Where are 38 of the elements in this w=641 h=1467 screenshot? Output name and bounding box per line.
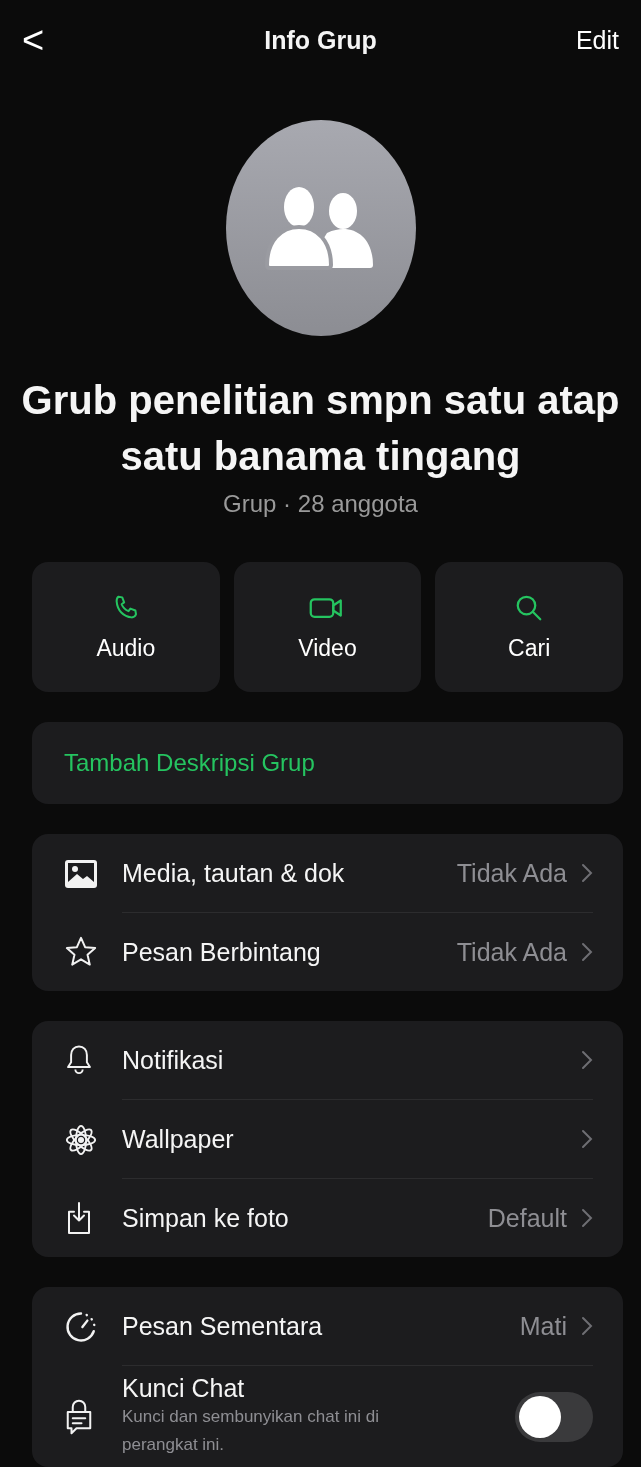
settings-row[interactable]: Notifikasi (32, 1021, 623, 1100)
flower-icon (64, 1122, 98, 1157)
action-button[interactable]: Video (233, 562, 422, 692)
image-icon (64, 858, 98, 889)
chevron-icon (581, 1316, 593, 1336)
settings-row[interactable]: Pesan Berbintang Tidak Ada (32, 913, 623, 991)
group-meta: Grup · 28 anggota (222, 490, 419, 518)
action-button[interactable]: Cari (435, 562, 623, 692)
row-value: Tidak Ada (456, 858, 567, 888)
chevron-icon (581, 1050, 593, 1070)
timer-icon (64, 1309, 98, 1344)
row-subtitle: Kunci dan sembunyikan chat ini di perangkat ini. (122, 1406, 381, 1456)
action-button[interactable]: Audio (32, 562, 220, 692)
settings-row[interactable]: Pesan Sementara Mati (32, 1287, 623, 1366)
row-value: Tidak Ada (456, 937, 567, 967)
row-value: Default (487, 1203, 567, 1233)
group-name: Grub penelitian smpn satu atap satu banama tingang (20, 377, 621, 480)
settings-row[interactable]: Simpan ke foto Default (32, 1179, 623, 1257)
chevron-icon (581, 1129, 593, 1149)
row-label: Wallpaper (122, 1124, 235, 1154)
row-label: Pesan Berbintang (122, 937, 322, 967)
row-label: Notifikasi (122, 1045, 225, 1075)
edit-button[interactable]: Edit (575, 25, 619, 55)
chevron-icon (581, 942, 593, 962)
settings-row[interactable]: Wallpaper (32, 1100, 623, 1179)
row-value: Mati (519, 1311, 567, 1341)
chevron-icon (581, 863, 593, 883)
row-label: Simpan ke foto (122, 1203, 290, 1233)
screen-title: Info Grup (264, 25, 377, 55)
settings-row[interactable]: Media, tautan & dok Tidak Ada (32, 834, 623, 913)
description-field[interactable]: Tambah Deskripsi Grup (32, 722, 623, 804)
star-icon (64, 935, 98, 969)
toggle-switch[interactable] (515, 1391, 593, 1442)
row-label: Pesan Sementara (122, 1311, 324, 1341)
row-label: Kunci Chat (122, 1374, 246, 1403)
back-button[interactable]: < (22, 21, 45, 59)
chevron-icon (581, 1208, 593, 1228)
row-label: Media, tautan & dok (122, 858, 346, 888)
